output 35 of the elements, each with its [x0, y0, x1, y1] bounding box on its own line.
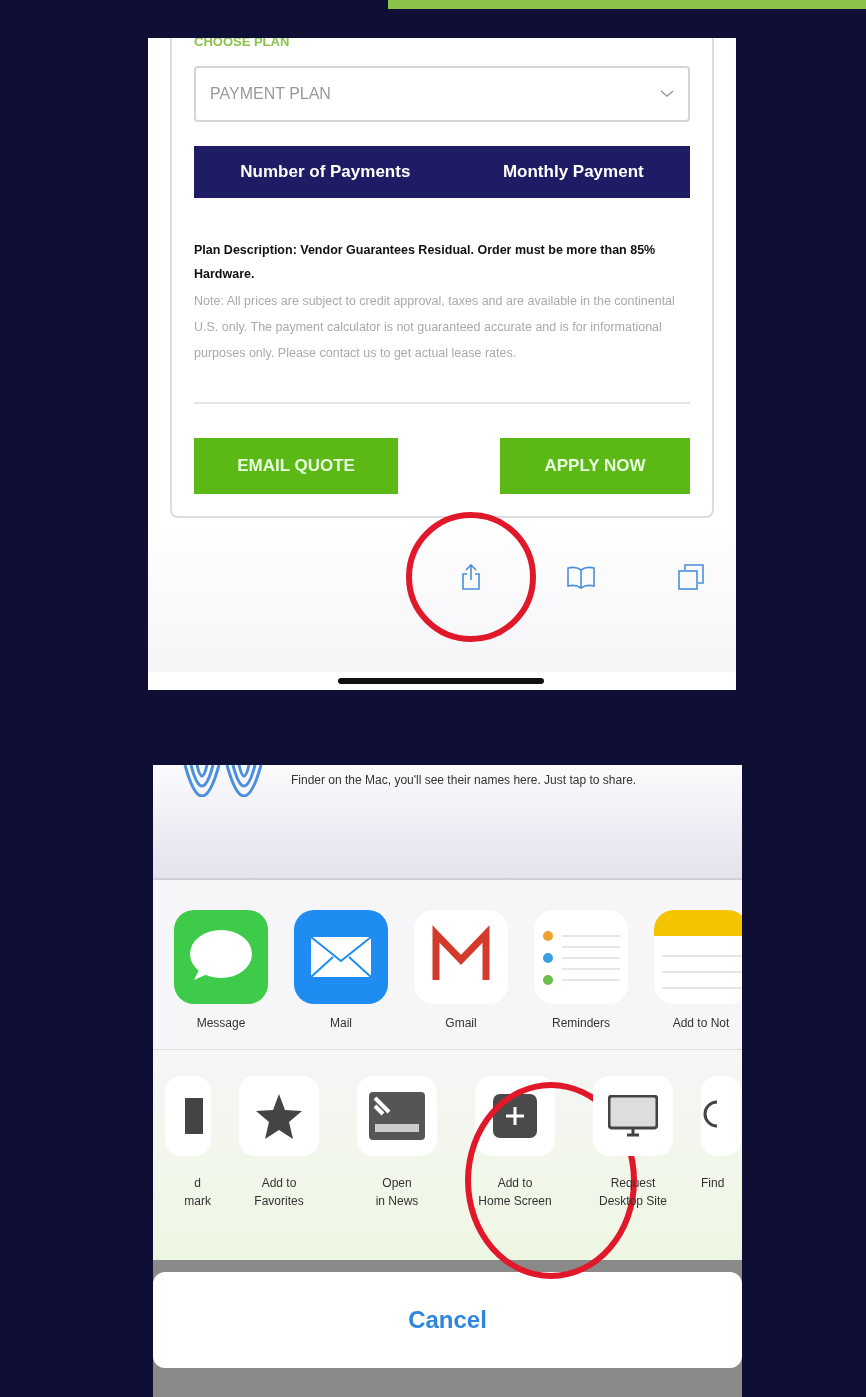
app-label: Gmail: [445, 1016, 477, 1030]
newspaper-icon: [369, 1092, 425, 1140]
action-label: Add to Favorites: [254, 1175, 304, 1210]
action-label: Open in News: [375, 1175, 419, 1210]
action-tile[interactable]: [239, 1076, 319, 1156]
action-button[interactable]: EMAIL QUOTE: [194, 438, 398, 494]
action-tile[interactable]: [475, 1076, 555, 1156]
app-label: Message: [196, 1016, 246, 1030]
payment-plan-select[interactable]: PAYMENT PLAN: [194, 66, 690, 122]
action-label: Add to Home Screen: [478, 1175, 552, 1210]
airdrop-icon: [181, 765, 265, 797]
action-tile[interactable]: [357, 1076, 437, 1156]
gmail-app-icon[interactable]: [414, 910, 508, 1004]
share-icon: [460, 563, 482, 591]
app-label: Add to Not: [672, 1016, 730, 1030]
tabs-icon: [677, 563, 705, 591]
plan-description: Plan Description: Vendor Guarantees Residual. Order must be more than 85% Hardware.: [194, 242, 657, 283]
disclaimer-text: Note: All prices are subject to credit approval, taxes and are available in the continental U.S. only. The payment calculator is not guaranteed accurate and is for informational purposes only. Please contact us to get actual lease rates.: [194, 293, 676, 362]
action-tile[interactable]: [701, 1076, 741, 1156]
chevron-icon: [660, 90, 674, 98]
action-label: d mark: [184, 1175, 211, 1210]
action-tile[interactable]: [593, 1076, 673, 1156]
star-icon: [255, 1093, 303, 1139]
column-header: Monthly Payment: [502, 162, 644, 182]
app-label: Reminders: [552, 1016, 610, 1030]
cancel-button[interactable]: Cancel: [153, 1272, 742, 1368]
action-tile[interactable]: [165, 1076, 211, 1156]
column-header: Number of Payments: [240, 162, 411, 182]
action-button[interactable]: APPLY NOW: [500, 438, 690, 494]
action-label: Find: [701, 1175, 725, 1192]
monitor-icon: [608, 1095, 658, 1137]
mail-app-icon[interactable]: [294, 910, 388, 1004]
add-icon: [493, 1094, 537, 1138]
app-label: Mail: [330, 1016, 352, 1030]
airdrop-hint: Finder on the Mac, you'll see their names here. Just tap to share.: [291, 772, 637, 789]
